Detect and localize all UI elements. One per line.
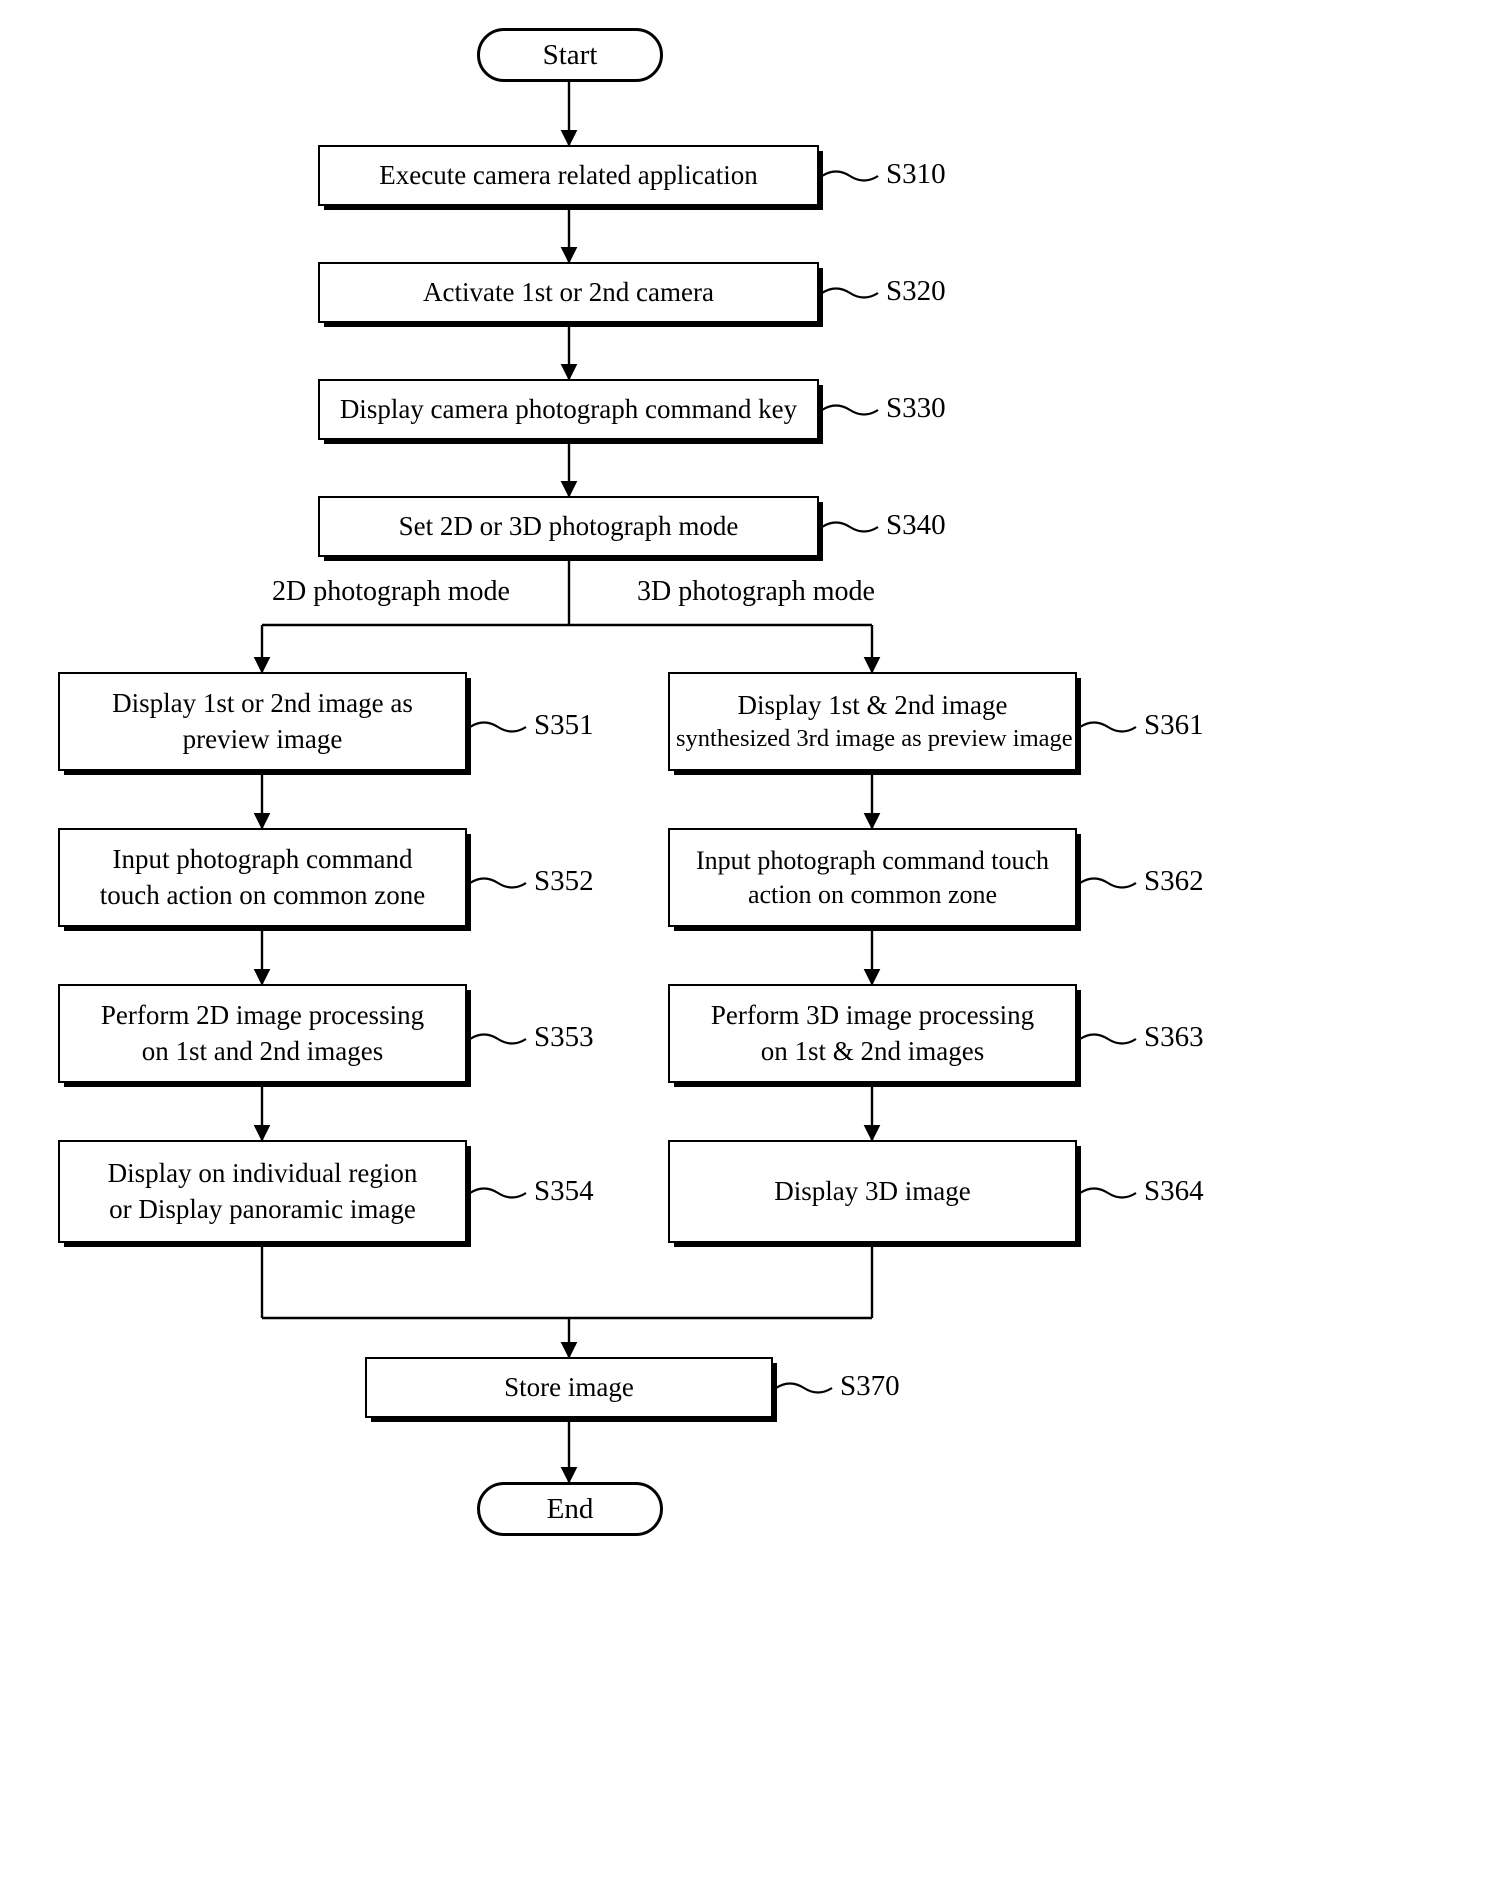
branch-label-2d: 2D photograph mode (272, 576, 510, 607)
step-ref-s362: S362 (1144, 865, 1204, 897)
step-box-s352: Input photograph command touch action on… (58, 828, 467, 927)
step-ref-s340: S340 (886, 509, 946, 541)
step-ref-s361: S361 (1144, 709, 1204, 741)
step-box-s320: Activate 1st or 2nd camera (318, 262, 819, 323)
step-box-s353: Perform 2D image processing on 1st and 2… (58, 984, 467, 1083)
step-ref-s310: S310 (886, 158, 946, 190)
flowchart-canvas: Start Execute camera related application… (0, 0, 1497, 1892)
step-box-s370: Store image (365, 1357, 773, 1418)
step-ref-s364: S364 (1144, 1175, 1204, 1207)
step-box-s364: Display 3D image (668, 1140, 1077, 1243)
step-box-s310: Execute camera related application (318, 145, 819, 206)
branch-label-3d: 3D photograph mode (637, 576, 875, 607)
step-box-s353-text: Perform 2D image processing on 1st and 2… (100, 1000, 425, 1066)
start-terminator: Start (477, 28, 663, 82)
step-box-s330-text: Display camera photograph command key (339, 393, 798, 424)
step-ref-s351: S351 (534, 709, 594, 741)
step-box-s320-text: Activate 1st or 2nd camera (423, 276, 714, 307)
step-box-s354-text: Display on individual region or Display … (107, 1158, 418, 1224)
step-box-s364-text: Display 3D image (774, 1175, 971, 1206)
step-box-s310-text: Execute camera related application (379, 159, 758, 190)
step-ref-s352: S352 (534, 865, 594, 897)
end-terminator: End (477, 1482, 663, 1536)
end-label: End (546, 1492, 594, 1525)
step-box-s370-text: Store image (504, 1371, 634, 1402)
step-box-s340: Set 2D or 3D photograph mode (318, 496, 819, 557)
step-box-s362: Input photograph command touch action on… (668, 828, 1077, 927)
start-label: Start (542, 38, 598, 71)
step-box-s352-text: Input photograph command touch action on… (99, 844, 426, 910)
step-ref-s330: S330 (886, 392, 946, 424)
step-ref-s370: S370 (840, 1370, 900, 1402)
step-box-s354: Display on individual region or Display … (58, 1140, 467, 1243)
step-box-s363: Perform 3D image processing on 1st & 2nd… (668, 984, 1077, 1083)
step-ref-s354: S354 (534, 1175, 594, 1207)
step-box-s351: Display 1st or 2nd image as preview imag… (58, 672, 467, 771)
step-ref-s320: S320 (886, 275, 946, 307)
step-box-s362-text: Input photograph command touch action on… (695, 845, 1050, 909)
step-box-s330: Display camera photograph command key (318, 379, 819, 440)
step-box-s363-text: Perform 3D image processing on 1st & 2nd… (710, 1000, 1035, 1066)
step-box-s351-text: Display 1st or 2nd image as preview imag… (112, 688, 413, 754)
step-box-s340-text: Set 2D or 3D photograph mode (398, 510, 739, 541)
step-box-s361: Display 1st & 2nd image synthesized 3rd … (668, 672, 1077, 771)
step-ref-s353: S353 (534, 1021, 594, 1053)
step-box-s361-text: Display 1st & 2nd image synthesized 3rd … (676, 690, 1073, 753)
step-ref-s363: S363 (1144, 1021, 1204, 1053)
